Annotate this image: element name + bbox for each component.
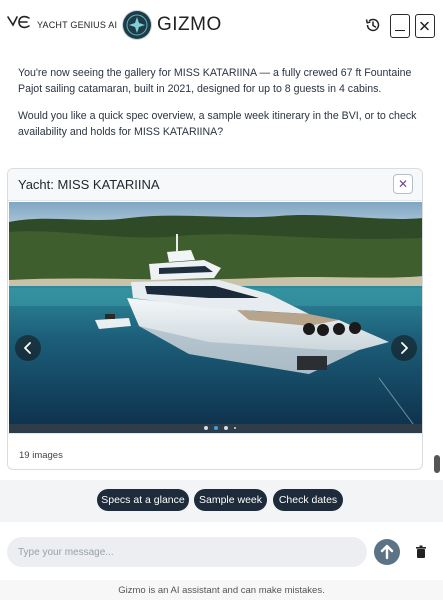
- gallery-footer: 19 images: [8, 433, 422, 469]
- gallery-header: Yacht: MISS KATARIINA ✕: [8, 169, 422, 201]
- yacht-genius-logo-icon: [7, 15, 30, 29]
- conversation-scroll-area[interactable]: You're now seeing the gallery for MISS K…: [0, 50, 443, 480]
- image-count: 19 images: [19, 450, 63, 461]
- message-input[interactable]: [7, 537, 367, 567]
- gallery-close-button[interactable]: ✕: [393, 174, 413, 194]
- close-icon: [420, 21, 429, 31]
- send-button[interactable]: [374, 539, 400, 565]
- gallery-dot-active[interactable]: [214, 426, 218, 430]
- assistant-message: Would you like a quick spec overview, a …: [18, 110, 417, 138]
- chevron-left-icon: [24, 342, 31, 354]
- scrollbar-thumb[interactable]: [434, 455, 440, 473]
- brand-name: YACHT GENIUS AI: [37, 20, 118, 30]
- gallery-dot[interactable]: [224, 426, 228, 430]
- disclaimer-text: Gizmo is an AI assistant and can make mi…: [118, 585, 325, 596]
- yacht-gallery-card: Yacht: MISS KATARIINA ✕ 19 images: [7, 168, 423, 470]
- composer: [0, 522, 443, 580]
- assistant-message: You're now seeing the gallery for MISS K…: [18, 67, 412, 95]
- minimize-button[interactable]: [390, 14, 410, 38]
- assistant-name: GIZMO: [157, 14, 222, 35]
- chevron-right-icon: [401, 342, 408, 354]
- history-icon[interactable]: [364, 16, 382, 34]
- gizmo-logo-icon: [123, 11, 151, 39]
- gallery-pagination: [9, 424, 422, 433]
- app-header: YACHT GENIUS AI GIZMO: [0, 0, 443, 50]
- suggestion-specs-button[interactable]: Specs at a glance: [97, 489, 189, 511]
- gallery-next-button[interactable]: [391, 335, 417, 361]
- close-button[interactable]: [415, 14, 435, 38]
- gallery-title: Yacht: MISS KATARIINA: [18, 177, 160, 192]
- gallery-dot[interactable]: [234, 427, 236, 429]
- suggestion-check-dates-button[interactable]: Check dates: [273, 489, 343, 511]
- yacht-photo: [9, 202, 422, 432]
- gallery-dot[interactable]: [204, 426, 208, 430]
- gallery-prev-button[interactable]: [15, 335, 41, 361]
- trash-icon[interactable]: [414, 544, 428, 560]
- suggestion-sample-week-button[interactable]: Sample week: [194, 489, 267, 511]
- arrow-up-icon: [380, 544, 394, 560]
- suggestion-chips: Specs at a glance Sample week Check date…: [0, 480, 443, 522]
